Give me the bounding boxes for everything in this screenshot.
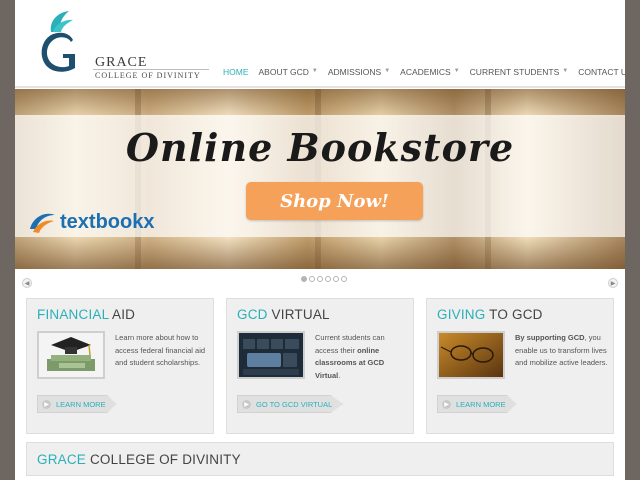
hero-title: Online Bookstore (125, 125, 515, 170)
nav-label: ABOUT GCD (258, 67, 309, 77)
learn-more-button[interactable]: ▶ LEARN MORE (437, 395, 517, 413)
arrow-right-icon: ▶ (442, 399, 451, 409)
slider-dot[interactable] (341, 276, 347, 282)
footer-title: GRACE COLLEGE OF DIVINITY (37, 452, 241, 467)
learn-more-button[interactable]: ▶ LEARN MORE (37, 395, 117, 413)
nav-label: HOME (223, 67, 249, 77)
footer-title-rest: COLLEGE OF DIVINITY (86, 452, 241, 467)
giving-to-gcd-box: GIVING TO GCD By supporting GCD, you ena… (426, 298, 614, 434)
box-description: Current students can access their online… (315, 332, 409, 382)
site-logo[interactable]: GRACE COLLEGE OF DIVINITY (29, 10, 229, 82)
box-title: GIVING TO GCD (437, 307, 543, 322)
box-title: FINANCIAL AID (37, 307, 135, 322)
footer-title-accent: GRACE (37, 452, 87, 467)
box-description: By supporting GCD, you enable us to tran… (515, 332, 609, 370)
page: GRACE COLLEGE OF DIVINITY HOME ABOUT GCD… (15, 0, 625, 480)
box-title-accent: GCD (237, 307, 268, 322)
hero-books-bottom (15, 237, 625, 269)
slider-dot[interactable] (325, 276, 331, 282)
main-nav: HOME ABOUT GCD ▼ ADMISSIONS ▼ ACADEMICS ▼ C… (218, 62, 625, 88)
arrow-right-icon: ▶ (242, 399, 251, 409)
textbookx-logo[interactable]: textbookx (27, 209, 154, 235)
slider-dot[interactable] (333, 276, 339, 282)
slider-prev-arrow-icon[interactable]: ◀ (22, 278, 32, 288)
box-title-accent: FINANCIAL (37, 307, 109, 322)
slider-dot[interactable] (317, 276, 323, 282)
logo-name: GRACE (95, 55, 148, 70)
nav-contact-us[interactable]: CONTACT US (573, 62, 625, 88)
nav-label: ADMISSIONS (327, 67, 382, 77)
caret-down-icon: ▼ (562, 68, 569, 74)
button-label: LEARN MORE (456, 399, 506, 409)
nav-admissions[interactable]: ADMISSIONS ▼ (323, 62, 395, 88)
slider-dot[interactable] (309, 276, 315, 282)
nav-label: CURRENT STUDENTS (469, 67, 560, 77)
box-title-rest: TO GCD (485, 307, 543, 322)
slider-controls: ◀ ▶ (15, 270, 625, 288)
nav-label: CONTACT US (578, 67, 625, 77)
financial-aid-box: FINANCIAL AID Learn more about how to ac… (26, 298, 214, 434)
header-divider (15, 86, 625, 88)
go-to-gcd-virtual-button[interactable]: ▶ GO TO GCD VIRTUAL (237, 395, 344, 413)
college-footer-box: GRACE COLLEGE OF DIVINITY (26, 442, 614, 476)
box-title: GCD VIRTUAL (237, 307, 330, 322)
gcd-virtual-box: GCD VIRTUAL Current students can access … (226, 298, 414, 434)
nav-about-gcd[interactable]: ABOUT GCD ▼ (254, 62, 323, 88)
desc-post: . (338, 370, 341, 380)
caret-down-icon: ▼ (384, 68, 391, 74)
button-label: LEARN MORE (56, 399, 106, 409)
box-title-rest: VIRTUAL (267, 307, 330, 322)
slider-dots (301, 276, 347, 282)
box-title-rest: AID (108, 307, 136, 322)
nav-academics[interactable]: ACADEMICS ▼ (395, 62, 465, 88)
nav-label: ACADEMICS (400, 67, 451, 77)
box-title-accent: GIVING (437, 307, 486, 322)
textbookx-swirl-icon (30, 213, 55, 233)
glasses-image (437, 331, 505, 379)
graduation-money-image (37, 331, 105, 379)
keyboard-image (237, 331, 305, 379)
textbookx-label: textbookx (60, 210, 155, 233)
slider-dot[interactable] (301, 276, 307, 282)
nav-current-students[interactable]: CURRENT STUDENTS ▼ (465, 62, 574, 88)
button-label: GO TO GCD VIRTUAL (256, 399, 333, 409)
hero-banner[interactable]: Online Bookstore Shop Now! textbookx (15, 89, 625, 269)
slider-next-arrow-icon[interactable]: ▶ (608, 278, 618, 288)
logo-subtitle: COLLEGE OF DIVINITY (95, 71, 201, 80)
caret-down-icon: ▼ (453, 68, 460, 74)
arrow-right-icon: ▶ (42, 399, 51, 409)
shop-now-button[interactable]: Shop Now! (246, 182, 423, 220)
nav-home[interactable]: HOME (218, 62, 254, 88)
caret-down-icon: ▼ (311, 68, 318, 74)
desc-bold: By supporting GCD (515, 333, 585, 342)
box-description: Learn more about how to access federal f… (115, 333, 206, 367)
gcd-logo-mark (41, 11, 75, 72)
